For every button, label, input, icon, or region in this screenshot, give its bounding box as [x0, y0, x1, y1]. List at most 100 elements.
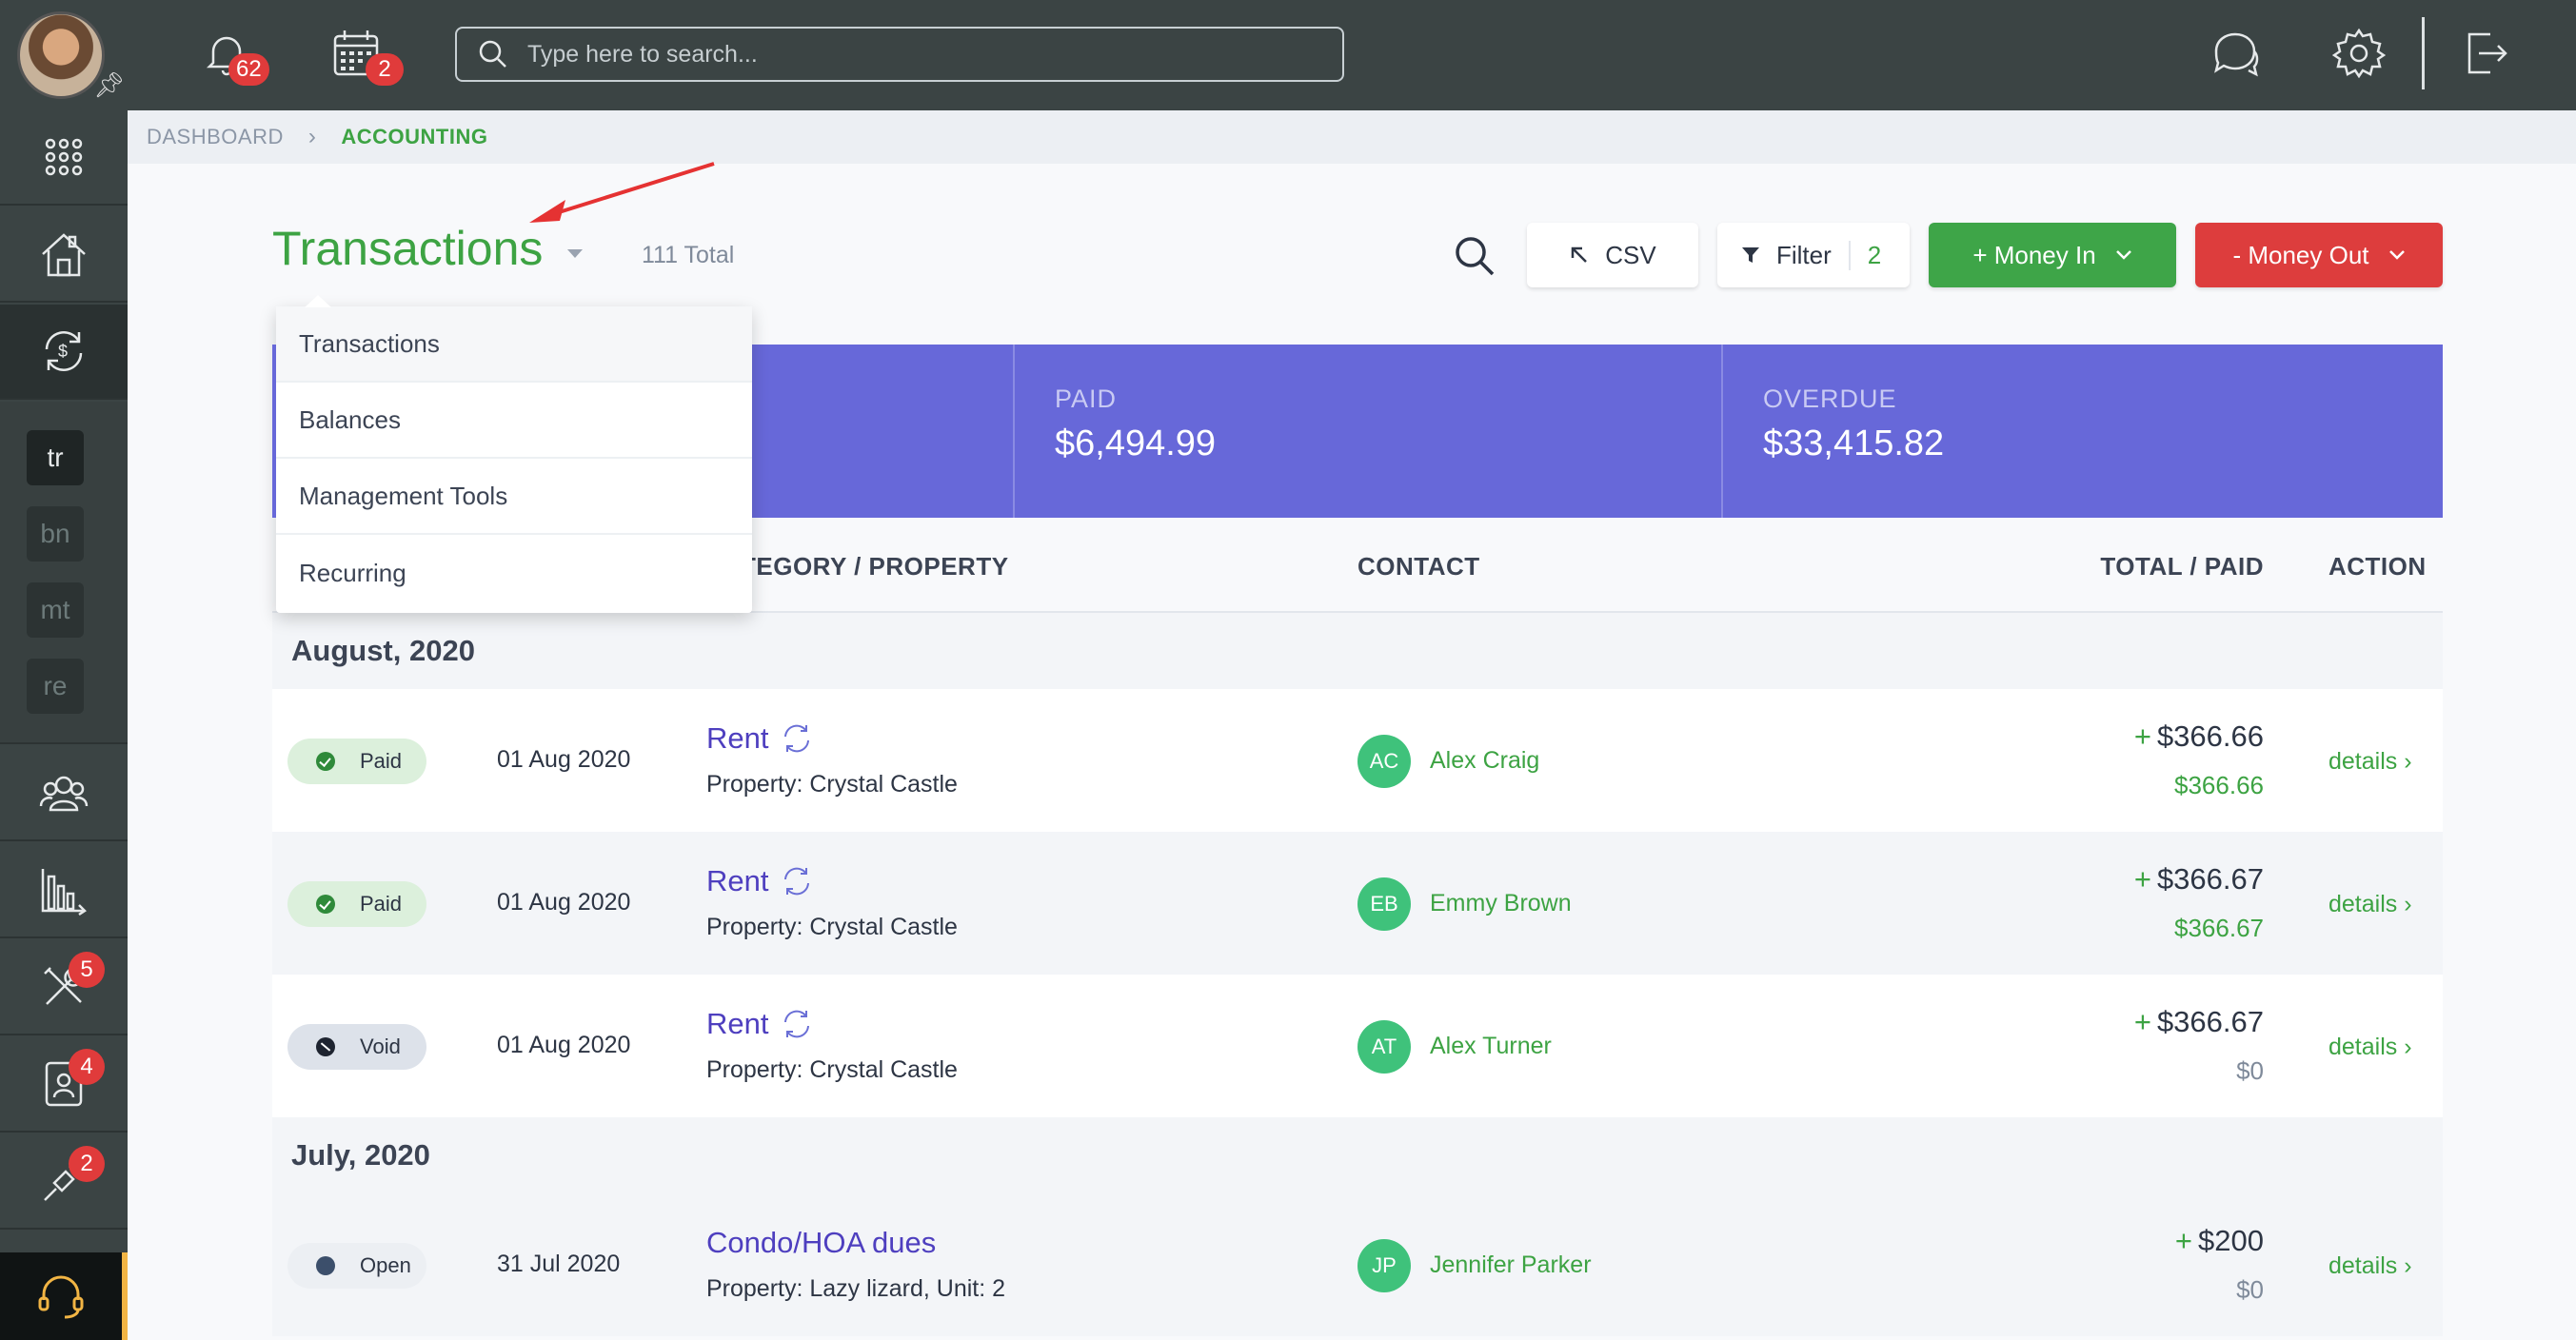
- dropdown-item-recurring[interactable]: Recurring: [276, 535, 752, 611]
- sidebar-item-accounting[interactable]: $: [0, 305, 128, 400]
- stat-paid-value: $6,494.99: [1055, 424, 1217, 463]
- status-label: Paid: [360, 749, 403, 773]
- dropdown-item-management-tools[interactable]: Management Tools: [276, 459, 752, 535]
- contact-link[interactable]: Alex Turner: [1430, 1033, 1552, 1060]
- total-amount: + $200: [2175, 1224, 2264, 1258]
- table-row[interactable]: Open 31 Jul 2020 Condo/HOA dues Property…: [272, 1193, 2443, 1336]
- table-search-icon[interactable]: [1453, 234, 1496, 278]
- status-label: Void: [360, 1035, 401, 1058]
- contact-avatar: AT: [1357, 1020, 1411, 1074]
- caret-down-icon[interactable]: [567, 249, 583, 258]
- submenu-balances[interactable]: bn: [27, 506, 84, 562]
- filter-button[interactable]: Filter 2: [1717, 223, 1910, 287]
- submenu-recurring[interactable]: re: [27, 659, 84, 714]
- contact-link[interactable]: Alex Craig: [1430, 747, 1539, 775]
- property-name: Property: Lazy lizard, Unit: 2: [706, 1275, 1006, 1302]
- gear-icon: [2332, 28, 2386, 79]
- stat-paid: PAID $6,494.99: [1013, 345, 1721, 518]
- table-row[interactable]: Void 01 Aug 2020 Rent Property: Crystal …: [272, 975, 2443, 1117]
- sidebar-item-maintenance[interactable]: [0, 940, 128, 1035]
- stat-overdue-label: OVERDUE: [1763, 384, 1897, 413]
- page-title[interactable]: Transactions: [272, 221, 543, 276]
- total-count: 111 Total: [642, 242, 735, 268]
- total-amount: + $366.66: [2134, 719, 2264, 754]
- category-link[interactable]: Condo/HOA dues: [706, 1226, 936, 1260]
- table-row[interactable]: Paid 01 Aug 2020 Rent Property: Crystal …: [272, 689, 2443, 832]
- submenu-transactions[interactable]: tr: [27, 430, 84, 485]
- details-label: details: [2328, 1034, 2398, 1060]
- submenu-management-tools[interactable]: mt: [27, 582, 84, 638]
- topbar: 62 2: [128, 0, 2576, 110]
- breadcrumb-dashboard[interactable]: DASHBOARD: [147, 125, 284, 149]
- logout-button[interactable]: [2456, 25, 2513, 82]
- search-input[interactable]: [527, 40, 1308, 69]
- sidebar: 📌︎ $ tr bn mt re 5 4 2: [0, 0, 128, 1340]
- filter-icon: [1742, 247, 1759, 263]
- open-status-icon: [316, 1256, 335, 1275]
- money-in-button[interactable]: + Money In: [1929, 223, 2176, 287]
- pin-icon[interactable]: 📌︎: [93, 70, 125, 100]
- breadcrumb: DASHBOARD › ACCOUNTING: [128, 110, 2576, 164]
- csv-label: CSV: [1605, 240, 1656, 269]
- category-link[interactable]: Rent: [706, 721, 814, 756]
- header-action: ACTION: [2328, 552, 2427, 581]
- stat-overdue-value: $33,415.82: [1763, 424, 1945, 463]
- messages-button[interactable]: [2207, 25, 2264, 82]
- month-group-header: July, 2020: [272, 1117, 2443, 1193]
- calendar-badge: 2: [366, 53, 404, 86]
- chevron-right-icon: ›: [2404, 891, 2412, 917]
- filter-label: Filter: [1776, 240, 1832, 269]
- people-icon: [39, 776, 89, 812]
- filter-count: 2: [1848, 240, 1881, 270]
- money-cycle-icon: $: [45, 331, 83, 371]
- sidebar-item-tenants[interactable]: [0, 1037, 128, 1133]
- csv-button[interactable]: CSV: [1527, 223, 1698, 287]
- sidebar-item-integrations[interactable]: [0, 1134, 128, 1230]
- month-group-header: August, 2020: [272, 613, 2443, 689]
- details-link[interactable]: details ›: [2328, 891, 2412, 918]
- transaction-date: 01 Aug 2020: [497, 889, 631, 916]
- topbar-divider: [2422, 17, 2425, 89]
- header-total[interactable]: TOTAL / PAID: [2100, 552, 2264, 581]
- notifications-badge: 62: [228, 53, 269, 86]
- sidebar-item-reports[interactable]: [0, 843, 128, 938]
- category-link[interactable]: Rent: [706, 1007, 814, 1041]
- paid-amount: $366.67: [2174, 914, 2264, 942]
- view-dropdown-menu: Transactions Balances Management Tools R…: [276, 295, 752, 613]
- details-link[interactable]: details ›: [2328, 1252, 2412, 1280]
- total-value: $366.66: [2156, 719, 2264, 753]
- support-button[interactable]: [0, 1252, 128, 1340]
- user-avatar[interactable]: [17, 11, 105, 99]
- sidebar-item-properties[interactable]: [0, 207, 128, 303]
- money-in-label: + Money In: [1972, 240, 2096, 269]
- contact-link[interactable]: Jennifer Parker: [1430, 1251, 1592, 1279]
- dropdown-item-transactions[interactable]: Transactions: [276, 306, 752, 383]
- annotation-arrow-icon: [529, 162, 715, 223]
- header-contact[interactable]: CONTACT: [1357, 552, 1480, 581]
- details-link[interactable]: details ›: [2328, 748, 2412, 776]
- total-value: $200: [2198, 1224, 2264, 1257]
- breadcrumb-accounting: ACCOUNTING: [341, 125, 488, 148]
- status-label: Open: [360, 1253, 411, 1277]
- stat-paid-label: PAID: [1055, 384, 1118, 413]
- status-badge: Void: [287, 1024, 426, 1070]
- chevron-right-icon: ›: [2404, 1034, 2412, 1060]
- house-icon: [42, 233, 86, 277]
- paid-amount: $0: [2236, 1056, 2264, 1085]
- settings-button[interactable]: [2330, 25, 2388, 82]
- plus-sign: +: [2133, 719, 2151, 753]
- contact-link[interactable]: Emmy Brown: [1430, 890, 1572, 917]
- details-link[interactable]: details ›: [2328, 1034, 2412, 1061]
- category-label: Rent: [706, 1007, 769, 1040]
- grid-icon: [45, 138, 83, 176]
- money-out-button[interactable]: - Money Out: [2195, 223, 2443, 287]
- sidebar-item-apps[interactable]: [0, 110, 128, 206]
- dropdown-item-balances[interactable]: Balances: [276, 383, 752, 459]
- global-search[interactable]: [455, 27, 1344, 82]
- table-row[interactable]: Paid 01 Aug 2020 Rent Property: Crystal …: [272, 832, 2443, 975]
- paid-amount: $366.66: [2174, 771, 2264, 799]
- category-link[interactable]: Rent: [706, 864, 814, 898]
- header-category[interactable]: TEGORY / PROPERTY: [741, 552, 1009, 581]
- sidebar-item-contacts[interactable]: [0, 746, 128, 841]
- details-label: details: [2328, 1252, 2398, 1279]
